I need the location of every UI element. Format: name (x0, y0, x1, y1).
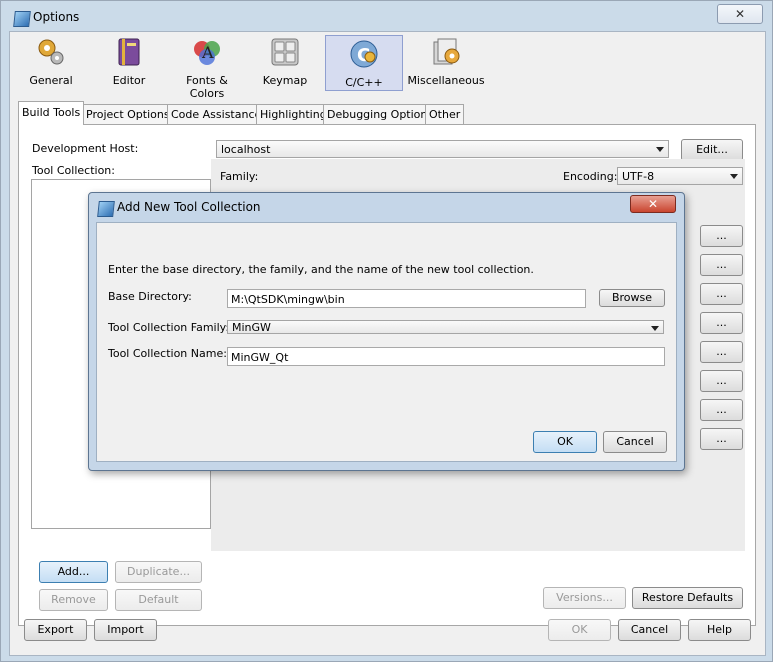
dialog-cancel-button[interactable]: Cancel (603, 431, 667, 453)
palette-icon: A (191, 36, 223, 68)
export-button[interactable]: Export (24, 619, 87, 641)
tab-build-tools[interactable]: Build Tools (18, 101, 85, 125)
browse-button[interactable]: Browse (599, 289, 665, 307)
tab-other[interactable]: Other (425, 104, 465, 124)
name-label: Tool Collection Name: (108, 347, 227, 360)
edit-host-button[interactable]: Edit... (681, 139, 743, 161)
category-c-cpp[interactable]: C C/C++ (325, 35, 403, 91)
tab-debugging-options[interactable]: Debugging Options (323, 104, 438, 124)
family-select[interactable]: MinGW (227, 320, 664, 334)
remove-button[interactable]: Remove (39, 589, 108, 611)
browse-tool-button[interactable]: ... (700, 428, 743, 450)
browse-tool-button[interactable]: ... (700, 399, 743, 421)
window-title: Options (33, 10, 80, 24)
import-button[interactable]: Import (94, 619, 157, 641)
dialog-body: Enter the base directory, the family, an… (96, 222, 677, 462)
c-cpp-icon: C (348, 38, 380, 70)
category-label: General (29, 74, 73, 87)
cancel-button[interactable]: Cancel (618, 619, 681, 641)
encoding-label: Encoding: (563, 170, 618, 183)
default-button[interactable]: Default (115, 589, 202, 611)
category-keymap[interactable]: Keymap (247, 36, 323, 90)
tool-collection-label: Tool Collection: (32, 164, 115, 177)
dev-host-select[interactable]: localhost (216, 140, 669, 158)
versions-button[interactable]: Versions... (543, 587, 626, 609)
chevron-down-icon (730, 174, 738, 179)
family-value: MinGW (232, 321, 271, 334)
svg-text:A: A (201, 43, 214, 62)
restore-defaults-button[interactable]: Restore Defaults (632, 587, 743, 609)
category-fonts-colors[interactable]: A Fonts & Colors (169, 36, 245, 100)
category-label: C/C++ (345, 76, 383, 89)
browse-tool-button[interactable]: ... (700, 254, 743, 276)
app-icon (13, 11, 31, 27)
family-label: Family: (220, 170, 259, 183)
dialog-instructions: Enter the base directory, the family, an… (108, 263, 534, 276)
category-label: Fonts & Colors (186, 74, 228, 100)
browse-tool-button[interactable]: ... (700, 283, 743, 305)
help-button[interactable]: Help (688, 619, 751, 641)
misc-icon (430, 36, 462, 68)
dialog-app-icon (97, 201, 115, 217)
category-label: Keymap (262, 74, 308, 87)
category-general[interactable]: General (13, 36, 89, 90)
category-label: Editor (112, 74, 146, 87)
dev-host-label: Development Host: (32, 142, 139, 155)
tab-highlighting[interactable]: Highlighting (256, 104, 331, 124)
browse-tool-button[interactable]: ... (700, 312, 743, 334)
keyboard-icon (269, 36, 301, 68)
encoding-select[interactable]: UTF-8 (617, 167, 743, 185)
dialog-close-button[interactable]: ✕ (630, 195, 676, 213)
dialog-title: Add New Tool Collection (117, 200, 261, 214)
browse-tool-button[interactable]: ... (700, 225, 743, 247)
family-label: Tool Collection Family: (108, 321, 230, 334)
ok-button[interactable]: OK (548, 619, 611, 641)
add-tool-collection-dialog: Add New Tool Collection ✕ Enter the base… (88, 192, 685, 471)
tab-code-assistance[interactable]: Code Assistance (167, 104, 266, 124)
encoding-value: UTF-8 (622, 170, 655, 183)
category-miscellaneous[interactable]: Miscellaneous (405, 36, 487, 90)
category-label: Miscellaneous (407, 74, 485, 87)
book-icon (113, 36, 145, 68)
browse-tool-button[interactable]: ... (700, 341, 743, 363)
window-close-button[interactable]: ✕ (717, 4, 763, 24)
chevron-down-icon (656, 147, 664, 152)
collection-name-input[interactable]: MinGW_Qt (227, 347, 665, 366)
dialog-ok-button[interactable]: OK (533, 431, 597, 453)
duplicate-button[interactable]: Duplicate... (115, 561, 202, 583)
dev-host-value: localhost (221, 143, 271, 156)
tab-project-options[interactable]: Project Options (82, 104, 174, 124)
gears-icon (35, 36, 67, 68)
base-dir-label: Base Directory: (108, 290, 192, 303)
category-editor[interactable]: Editor (91, 36, 167, 90)
browse-tool-button[interactable]: ... (700, 370, 743, 392)
base-dir-input[interactable]: M:\QtSDK\mingw\bin (227, 289, 586, 308)
chevron-down-icon (651, 326, 659, 331)
add-tool-collection-button[interactable]: Add... (39, 561, 108, 583)
